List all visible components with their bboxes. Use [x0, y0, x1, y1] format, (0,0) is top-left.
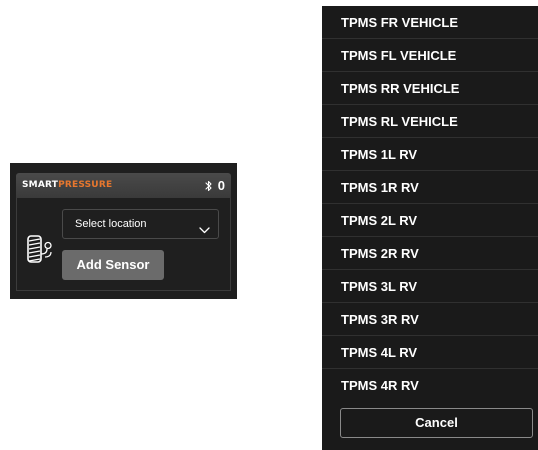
location-picker-panel: TPMS FR VEHICLE TPMS FL VEHICLE TPMS RR VE… — [322, 6, 538, 450]
location-option[interactable]: TPMS 2R RV — [322, 237, 538, 270]
brand-logo-part2: Pressure — [58, 180, 113, 190]
location-option[interactable]: TPMS RR VEHICLE — [322, 72, 538, 105]
location-option[interactable]: TPMS 4R RV — [322, 369, 538, 392]
widget-header: SmartPressure 0 — [16, 173, 231, 198]
location-option[interactable]: TPMS 1R RV — [322, 171, 538, 204]
connected-count: 0 — [217, 178, 225, 193]
location-option[interactable]: TPMS RL VEHICLE — [322, 105, 538, 138]
bluetooth-icon — [205, 180, 213, 192]
brand-logo-part1: Smart — [22, 180, 59, 190]
location-option[interactable]: TPMS FR VEHICLE — [322, 6, 538, 39]
location-option[interactable]: TPMS 1L RV — [322, 138, 538, 171]
location-option[interactable]: TPMS 3R RV — [322, 303, 538, 336]
location-option[interactable]: TPMS 3L RV — [322, 270, 538, 303]
tire-sensor-icon — [26, 234, 56, 269]
widget-body: Select location Add Sensor — [16, 198, 231, 291]
location-option-list[interactable]: TPMS FR VEHICLE TPMS FL VEHICLE TPMS RR VE… — [322, 6, 538, 392]
location-option[interactable]: TPMS 4L RV — [322, 336, 538, 369]
location-option[interactable]: TPMS FL VEHICLE — [322, 39, 538, 72]
location-select[interactable]: Select location — [62, 209, 219, 239]
page: SmartPressure 0 — [0, 0, 538, 450]
location-select-value: Select location — [75, 218, 147, 230]
chevron-down-icon — [199, 221, 210, 239]
add-sensor-button[interactable]: Add Sensor — [62, 250, 164, 280]
sensor-widget: SmartPressure 0 — [10, 163, 237, 299]
brand-logo: SmartPressure — [22, 180, 112, 191]
bluetooth-status: 0 — [205, 178, 225, 193]
cancel-button[interactable]: Cancel — [340, 408, 533, 438]
location-option[interactable]: TPMS 2L RV — [322, 204, 538, 237]
